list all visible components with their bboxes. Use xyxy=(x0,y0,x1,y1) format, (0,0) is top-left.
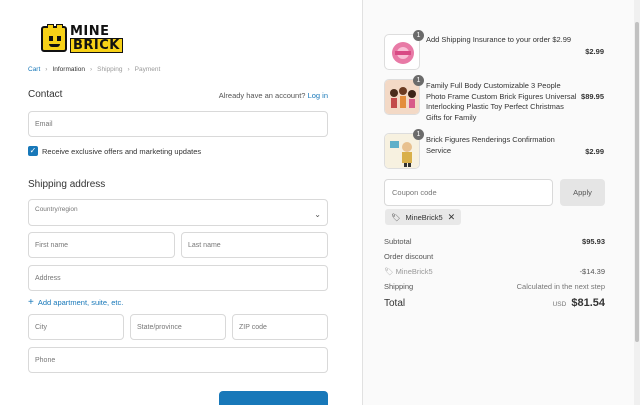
item-name: Brick Figures Renderings Confirmation Se… xyxy=(426,135,555,155)
chevron-down-icon: ⌄ xyxy=(314,210,321,219)
coupon-code-input[interactable]: Coupon code xyxy=(384,179,553,206)
checkout-form-panel: MINE BRICK Cart › Information › Shipping… xyxy=(0,0,362,405)
offers-checkbox[interactable]: ✓ xyxy=(28,146,38,156)
address-field[interactable]: Address xyxy=(28,265,328,291)
item-price: $89.95 xyxy=(581,92,604,101)
quantity-badge: 1 xyxy=(413,129,424,140)
continue-to-shipping-button[interactable] xyxy=(219,391,328,405)
shipping-row: Shipping Calculated in the next step xyxy=(384,282,605,291)
chevron-right-icon: › xyxy=(127,66,130,73)
offers-label: Receive exclusive offers and marketing u… xyxy=(42,147,202,156)
close-icon[interactable]: ✕ xyxy=(448,212,456,223)
add-apartment-link[interactable]: + Add apartment, suite, etc. xyxy=(28,297,123,308)
state-field[interactable]: State/province xyxy=(130,314,226,340)
shipping-address-title: Shipping address xyxy=(28,179,106,190)
breadcrumb-information: Information xyxy=(52,66,85,73)
tag-icon: 🏷 xyxy=(391,212,401,222)
logo-wordmark: MINE BRICK xyxy=(70,25,123,53)
zip-field[interactable]: ZIP code xyxy=(232,314,328,340)
chevron-right-icon: › xyxy=(45,66,48,73)
chevron-right-icon: › xyxy=(89,66,93,73)
breadcrumb-cart[interactable]: Cart xyxy=(28,66,40,73)
country-select[interactable]: Country/region ⌄ xyxy=(28,199,328,226)
subtotal-row: Subtotal $95.93 xyxy=(384,237,605,246)
apply-coupon-button[interactable]: Apply xyxy=(560,179,605,206)
login-link[interactable]: Log in xyxy=(308,91,328,100)
contact-title: Contact xyxy=(28,89,63,100)
item-name: Add Shipping Insurance to your order $2.… xyxy=(426,35,572,44)
phone-field[interactable]: Phone xyxy=(28,347,328,373)
scrollbar-thumb[interactable] xyxy=(635,22,639,342)
order-discount-row: Order discount xyxy=(384,252,434,261)
quantity-badge: 1 xyxy=(413,75,424,86)
account-prompt: Already have an account? Log in xyxy=(218,91,328,100)
quantity-badge: 1 xyxy=(413,30,424,41)
item-price: $2.99 xyxy=(585,147,604,156)
item-price: $2.99 xyxy=(585,47,604,56)
email-field[interactable]: Email xyxy=(28,111,328,137)
brick-head-icon xyxy=(41,24,67,52)
item-name: Family Full Body Customizable 3 People P… xyxy=(426,81,577,122)
breadcrumb-payment: Payment xyxy=(134,66,161,73)
applied-discount-tag: 🏷 MineBrick5 ✕ xyxy=(385,209,462,225)
minebrick-logo[interactable]: MINE BRICK xyxy=(41,24,123,54)
breadcrumb: Cart › Information › Shipping › Payment xyxy=(28,66,160,73)
breadcrumb-shipping: Shipping xyxy=(97,66,123,73)
discount-code-row: 🏷 MineBrick5 -$14.39 xyxy=(384,267,605,276)
last-name-field[interactable]: Last name xyxy=(181,232,328,258)
first-name-field[interactable]: First name xyxy=(28,232,175,258)
scrollbar[interactable] xyxy=(634,0,640,405)
tag-icon: 🏷 xyxy=(384,267,394,276)
city-field[interactable]: City xyxy=(28,314,124,340)
plus-icon: + xyxy=(28,297,34,308)
total-row: Total USD $81.54 xyxy=(384,297,605,309)
